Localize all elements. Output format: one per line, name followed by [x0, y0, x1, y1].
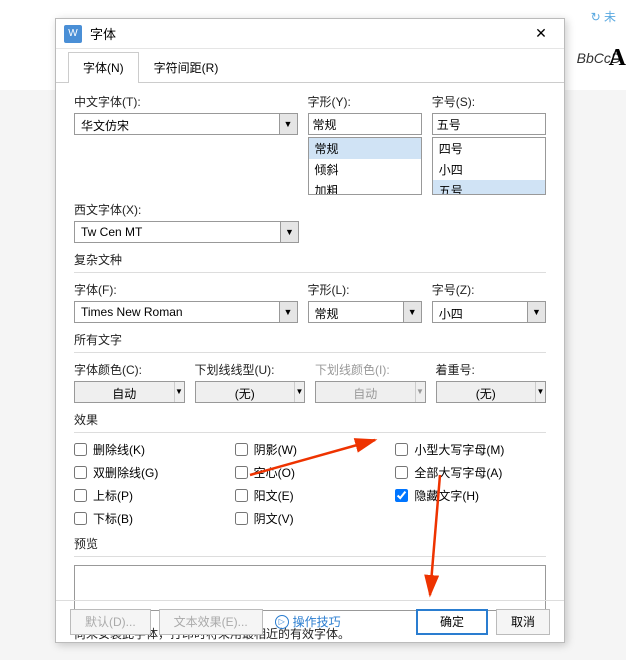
- checkbox-double-strikethrough[interactable]: 双删除线(G): [74, 464, 225, 481]
- font-size-listbox[interactable]: 四号 小四 五号: [432, 137, 546, 195]
- checkbox-shadow[interactable]: 阴影(W): [235, 441, 386, 458]
- alltext-section-label: 所有文字: [74, 331, 546, 348]
- checkbox-strikethrough[interactable]: 删除线(K): [74, 441, 225, 458]
- emphasis-label: 着重号:: [436, 361, 547, 378]
- chinese-font-label: 中文字体(T):: [74, 93, 298, 110]
- complex-font-label: 字体(F):: [74, 281, 298, 298]
- refresh-indicator: ↻ 未: [591, 8, 616, 25]
- complex-section-label: 复杂文种: [74, 251, 546, 268]
- checkbox-hidden[interactable]: 隐藏文字(H): [395, 487, 546, 504]
- emphasis-dropdown[interactable]: (无)▼: [436, 381, 547, 403]
- font-color-label: 字体颜色(C):: [74, 361, 185, 378]
- western-font-combo[interactable]: Tw Cen MT ▼: [74, 221, 299, 243]
- font-color-dropdown[interactable]: 自动▼: [74, 381, 185, 403]
- ok-button[interactable]: 确定: [416, 609, 488, 635]
- checkbox-small-caps[interactable]: 小型大写字母(M): [395, 441, 546, 458]
- font-style-label: 字形(Y):: [308, 93, 422, 110]
- checkbox-subscript[interactable]: 下标(B): [74, 510, 225, 527]
- font-style-input[interactable]: [308, 113, 422, 135]
- underline-style-label: 下划线线型(U):: [195, 361, 306, 378]
- underline-color-label: 下划线颜色(I):: [315, 361, 426, 378]
- tab-spacing[interactable]: 字符间距(R): [139, 52, 234, 82]
- chinese-font-combo[interactable]: 华文仿宋 ▼: [74, 113, 298, 135]
- tab-bar: 字体(N) 字符间距(R): [56, 49, 564, 83]
- list-item[interactable]: 常规: [309, 138, 421, 159]
- font-style-listbox[interactable]: 常规 倾斜 加粗: [308, 137, 422, 195]
- font-size-input[interactable]: [432, 113, 546, 135]
- complex-font-combo[interactable]: Times New Roman ▼: [74, 301, 298, 323]
- complex-size-label: 字号(Z):: [432, 281, 546, 298]
- underline-style-dropdown[interactable]: (无)▼: [195, 381, 306, 403]
- text-effects-button[interactable]: 文本效果(E)...: [159, 609, 263, 635]
- checkbox-engrave[interactable]: 阴文(V): [235, 510, 386, 527]
- western-font-label: 西文字体(X):: [74, 201, 299, 218]
- font-size-label: 字号(S):: [432, 93, 546, 110]
- titlebar: W 字体 ✕: [56, 19, 564, 49]
- chevron-down-icon: ▼: [403, 302, 421, 322]
- list-item[interactable]: 小四: [433, 159, 545, 180]
- list-item[interactable]: 倾斜: [309, 159, 421, 180]
- chevron-down-icon: ▼: [279, 114, 297, 134]
- app-icon: W: [64, 25, 82, 43]
- chevron-down-icon: ▼: [279, 302, 297, 322]
- button-bar: 默认(D)... 文本效果(E)... ▷ 操作技巧 确定 取消: [56, 600, 564, 642]
- cancel-button[interactable]: 取消: [496, 609, 550, 635]
- checkbox-superscript[interactable]: 上标(P): [74, 487, 225, 504]
- checkbox-hollow[interactable]: 空心(O): [235, 464, 386, 481]
- complex-size-combo[interactable]: 小四 ▼: [432, 301, 546, 323]
- style-preview-bg2: A: [609, 45, 626, 72]
- list-item[interactable]: 五号: [433, 180, 545, 195]
- chevron-down-icon: ▼: [280, 222, 298, 242]
- checkbox-emboss[interactable]: 阳文(E): [235, 487, 386, 504]
- play-icon: ▷: [275, 615, 289, 629]
- complex-style-label: 字形(L):: [308, 281, 422, 298]
- dialog-title: 字体: [90, 24, 526, 43]
- underline-color-dropdown: 自动▼: [315, 381, 426, 403]
- effects-section-label: 效果: [74, 411, 546, 428]
- complex-style-combo[interactable]: 常规 ▼: [308, 301, 422, 323]
- list-item[interactable]: 四号: [433, 138, 545, 159]
- default-button[interactable]: 默认(D)...: [70, 609, 151, 635]
- font-dialog: W 字体 ✕ 字体(N) 字符间距(R) 中文字体(T): 华文仿宋 ▼ 字形(…: [55, 18, 565, 643]
- tab-font[interactable]: 字体(N): [68, 52, 139, 82]
- chevron-down-icon: ▼: [527, 302, 545, 322]
- close-button[interactable]: ✕: [526, 25, 556, 42]
- list-item[interactable]: 加粗: [309, 180, 421, 195]
- tips-link[interactable]: ▷ 操作技巧: [275, 613, 341, 630]
- checkbox-all-caps[interactable]: 全部大写字母(A): [395, 464, 546, 481]
- preview-section-label: 预览: [74, 535, 546, 552]
